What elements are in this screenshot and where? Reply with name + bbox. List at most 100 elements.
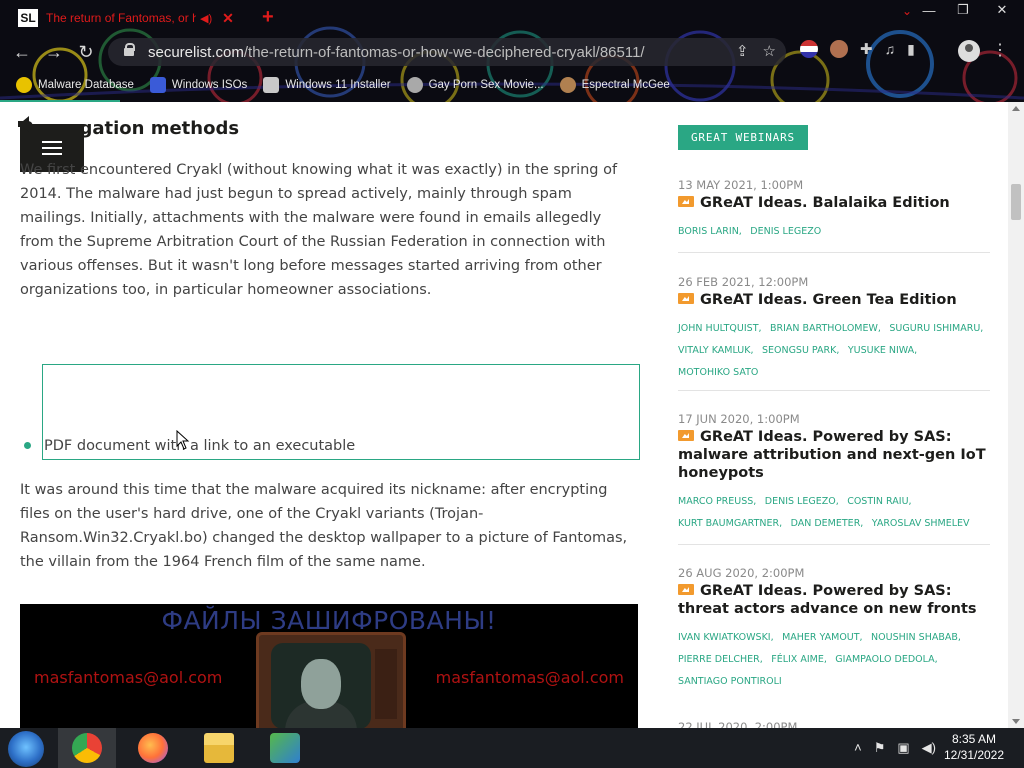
author-link[interactable]: MAHER YAMOUT, [782, 632, 862, 643]
webinar-authors: JOHN HULTQUIST, BRIAN BARTHOLOMEW, SUGUR… [678, 317, 990, 383]
x-icon [149, 77, 166, 93]
author-link[interactable]: BRIAN BARTHOLOMEW, [770, 323, 881, 334]
extension-flag-icon[interactable] [800, 40, 818, 58]
start-button[interactable] [8, 731, 44, 767]
bookmark-movie-site[interactable]: Gay Porn Sex Movie... [406, 77, 544, 93]
author-link[interactable]: IVAN KWIATKOWSKI, [678, 632, 774, 643]
retro-tv-graphic [256, 632, 406, 728]
extension-avatar-icon[interactable] [830, 40, 848, 58]
action-center-flag-icon[interactable]: ⚑ [874, 740, 886, 756]
author-link[interactable]: DAN DEMETER, [791, 518, 864, 529]
window-close-button[interactable]: ✕ [980, 0, 1024, 20]
reload-icon[interactable]: ↻ [74, 40, 98, 64]
author-link[interactable]: MOTOHIKO SATO [678, 367, 758, 378]
author-link[interactable]: SANTIAGO PONTIROLI [678, 676, 782, 687]
great-webinars-badge[interactable]: GREAT WEBINARS [678, 125, 808, 150]
windows-taskbar: ˄ ⚑ ▣ ◀) 8:35 AM 12/31/2022 [0, 728, 1024, 768]
bullet-point [24, 442, 31, 449]
bookmark-windows-11-installer[interactable]: Windows 11 Installer [263, 77, 391, 93]
profile-avatar[interactable] [958, 40, 980, 62]
taskbar-network-app[interactable] [256, 728, 314, 768]
taskbar-file-explorer[interactable] [190, 728, 248, 768]
webinar-title-text: GReAT Ideas. Green Tea Edition [700, 292, 957, 308]
securelist-favicon-icon: SL [18, 9, 38, 27]
firefox-icon [138, 733, 168, 763]
navigation-bar: ← → ↻ securelist.com/the-return-of-fanto… [0, 36, 1024, 68]
tab-search-chevron-icon[interactable]: ⌄ [902, 4, 912, 18]
url-path: /the-return-of-fantomas-or-how-we-deciph… [243, 43, 645, 61]
author-link[interactable]: COSTIN RAIU, [847, 496, 911, 507]
webinar-title-text: GReAT Ideas. Balalaika Edition [700, 195, 950, 211]
active-tab[interactable]: SL The return of Fantomas, or h ◀) ✕ [10, 4, 270, 32]
minimize-button[interactable]: — [912, 0, 946, 20]
webinar-title-link[interactable]: GReAT Ideas. Balalaika Edition [678, 194, 990, 212]
globe-icon [406, 77, 423, 93]
tab-close-icon[interactable]: ✕ [222, 10, 234, 27]
speaker-icon[interactable] [18, 115, 36, 133]
taskbar-clock[interactable]: 8:35 AM 12/31/2022 [934, 731, 1014, 763]
forward-arrow-icon[interactable]: → [42, 40, 66, 64]
webinar-date: 26 AUG 2020, 2:00PM [678, 566, 805, 580]
tab-strip: SL The return of Fantomas, or h ◀) ✕ + ⌄… [0, 0, 1024, 34]
new-tab-button[interactable]: + [262, 6, 274, 29]
author-link[interactable]: MARCO PREUSS, [678, 496, 756, 507]
scroll-thumb[interactable] [1011, 184, 1021, 220]
extensions-area: ✚ ♫ ▮ [800, 40, 915, 58]
author-link[interactable]: YAROSLAV SHMELEV [872, 518, 970, 529]
author-link[interactable]: BORIS LARIN, [678, 226, 742, 237]
author-link[interactable]: VITALY KAMLUK, [678, 345, 754, 356]
show-hidden-icons-icon[interactable]: ˄ [854, 740, 862, 756]
mouse-cursor-icon [176, 430, 190, 450]
author-link[interactable]: PIERRE DELCHER, [678, 654, 763, 665]
lock-icon[interactable] [124, 43, 135, 57]
taskbar-chrome[interactable] [58, 728, 116, 768]
author-link[interactable]: KURT BAUMGARTNER, [678, 518, 782, 529]
side-panel-icon[interactable]: ▮ [907, 41, 915, 58]
bookmark-label: Espectral McGee [581, 79, 670, 91]
author-link[interactable]: DENIS LEGEZO, [765, 496, 839, 507]
author-link[interactable]: YUSUKE NIWA, [848, 345, 917, 356]
webinar-date: 17 JUN 2020, 1:00PM [678, 412, 800, 426]
author-link[interactable]: SUGURU ISHIMARU, [889, 323, 983, 334]
webinar-title-text: GReAT Ideas. Powered by SAS: malware att… [678, 429, 986, 481]
address-bar[interactable]: securelist.com/the-return-of-fantomas-or… [108, 38, 786, 66]
webinar-title-link[interactable]: GReAT Ideas. Powered by SAS: malware att… [678, 428, 990, 482]
author-link[interactable]: DENIS LEGEZO [750, 226, 821, 237]
network-icon[interactable]: ▣ [897, 740, 909, 756]
image-email-left: masfantomas@aol.com [34, 668, 223, 687]
bookmark-espectral-mcgee[interactable]: Espectral McGee [559, 77, 670, 93]
share-icon[interactable]: ⇪ [736, 42, 749, 60]
web-page: Propagation methods We first encountered… [0, 102, 1008, 728]
author-link[interactable]: FÉLIX AIME, [771, 654, 827, 665]
bookmark-malware-database[interactable]: Malware Database [16, 77, 134, 93]
file-explorer-icon [204, 733, 234, 763]
author-link[interactable]: JOHN HULTQUIST, [678, 323, 762, 334]
taskbar-firefox[interactable] [124, 728, 182, 768]
network-app-icon [270, 733, 300, 763]
puzzle-extensions-icon[interactable]: ✚ [860, 40, 873, 58]
bookmark-star-icon[interactable]: ☆ [763, 42, 776, 60]
fantomas-wallpaper-image: ФАЙЛЫ ЗАШИФРОВАНЫ! masfantomas@aol.com m… [20, 604, 638, 728]
video-icon [678, 584, 694, 595]
author-link[interactable]: SEONGSU PARK, [762, 345, 839, 356]
browser-menu-icon[interactable]: ⋮ [990, 40, 1010, 60]
bookmark-windows-isos[interactable]: Windows ISOs [149, 77, 247, 93]
webinar-title-link[interactable]: GReAT Ideas. Green Tea Edition [678, 291, 990, 309]
scroll-down-arrow-icon[interactable] [1012, 719, 1020, 724]
browser-chrome: SL The return of Fantomas, or h ◀) ✕ + ⌄… [0, 0, 1024, 102]
bookmark-label: Gay Porn Sex Movie... [428, 79, 544, 91]
speaker-icon[interactable]: ◀) [200, 12, 212, 25]
webinar-item: 13 MAY 2021, 1:00PM GReAT Ideas. Balalai… [678, 176, 990, 242]
divider [678, 544, 990, 545]
webinar-item: 22 JUL 2020, 2:00PM [678, 718, 990, 728]
bookmarks-bar: Malware Database Windows ISOs Windows 11… [0, 72, 1024, 98]
media-control-icon[interactable]: ♫ [885, 41, 896, 57]
author-link[interactable]: NOUSHIN SHABAB, [871, 632, 961, 643]
back-arrow-icon[interactable]: ← [10, 40, 34, 64]
scroll-up-arrow-icon[interactable] [1012, 106, 1020, 111]
webinar-title-link[interactable]: GReAT Ideas. Powered by SAS: threat acto… [678, 582, 990, 618]
webinar-title-text: GReAT Ideas. Powered by SAS: threat acto… [678, 583, 977, 617]
page-scrollbar[interactable] [1008, 102, 1024, 728]
author-link[interactable]: GIAMPAOLO DEDOLA, [835, 654, 937, 665]
restore-button[interactable]: ❐ [946, 0, 980, 20]
